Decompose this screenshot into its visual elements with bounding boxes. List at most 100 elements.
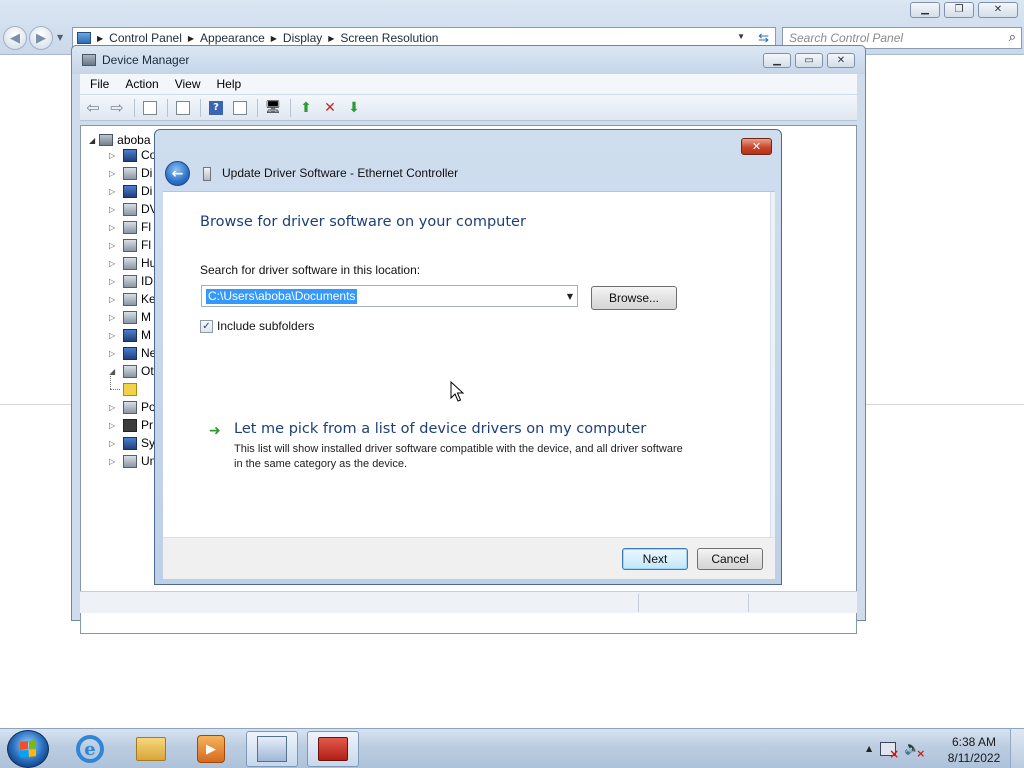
show-hide-console-tree-icon[interactable] [139, 98, 161, 118]
back-button[interactable]: ← [165, 161, 190, 186]
browse-button[interactable]: Browse... [591, 286, 677, 310]
breadcrumb-control-panel[interactable]: Control Panel [109, 31, 182, 45]
device-manager-titlebar[interactable]: Device Manager ▁ ▭ ✕ [72, 46, 865, 74]
network-disconnected-icon[interactable] [880, 741, 899, 761]
tree-item[interactable]: ▷ Fl [109, 218, 151, 236]
start-button[interactable] [7, 730, 49, 768]
breadcrumb-display[interactable]: Display [283, 31, 322, 45]
body-edge [770, 192, 775, 538]
tree-item[interactable]: ▷ Di [109, 182, 152, 200]
chevron-right-icon[interactable]: ▶ [271, 34, 277, 43]
expand-icon[interactable]: ▷ [109, 277, 119, 286]
scan-hardware-icon[interactable]: 🖥 [262, 98, 284, 118]
taskbar-internet-explorer[interactable]: e [64, 731, 116, 767]
tree-item[interactable]: ▷ M [109, 308, 151, 326]
tree-item[interactable]: ▷ ID [109, 272, 153, 290]
tree-item[interactable]: ▷ M [109, 326, 151, 344]
enable-device-icon[interactable]: ⬇ [343, 98, 365, 118]
properties-icon[interactable] [172, 98, 194, 118]
taskbar-windows-explorer[interactable] [125, 731, 177, 767]
taskbar-device-manager[interactable] [307, 731, 359, 767]
close-button[interactable]: ✕ [741, 138, 772, 155]
expand-icon[interactable]: ▷ [109, 439, 119, 448]
expand-icon[interactable]: ▷ [109, 457, 119, 466]
expand-icon[interactable]: ▷ [109, 187, 119, 196]
tree-child-ethernet-controller[interactable] [110, 374, 137, 398]
uninstall-icon[interactable]: ✕ [319, 98, 341, 118]
chevron-down-icon[interactable]: ▼ [567, 292, 573, 301]
maximize-button[interactable]: ▭ [795, 53, 823, 68]
toolbar-separator [290, 98, 291, 117]
include-subfolders-label[interactable]: Include subfolders [217, 319, 314, 333]
next-button[interactable]: Next [622, 548, 688, 570]
tree-item[interactable]: ▷ Ne [109, 344, 156, 362]
address-dropdown-icon[interactable]: ▼ [737, 32, 745, 41]
expand-icon[interactable]: ▷ [109, 295, 119, 304]
expand-icon[interactable]: ▷ [109, 223, 119, 232]
driver-path-value[interactable]: C:\Users\aboba\Documents [206, 289, 358, 304]
tree-item[interactable]: ▷ Co [109, 146, 156, 164]
recent-pages-dropdown[interactable]: ▼ [57, 33, 63, 42]
close-button[interactable]: ✕ [978, 2, 1018, 18]
back-arrow-icon[interactable]: ⇦ [82, 98, 104, 118]
action-pane-icon[interactable] [229, 98, 251, 118]
tree-item[interactable]: ▷ DV [109, 200, 158, 218]
tree-root[interactable]: ◢ aboba [89, 133, 151, 147]
tree-item[interactable]: ◢ Ot [109, 362, 154, 380]
tree-root-label: aboba [117, 133, 151, 147]
tree-item[interactable]: ▷ Sy [109, 434, 155, 452]
expand-icon[interactable]: ▷ [109, 259, 119, 268]
tree-item[interactable]: ▷ Pr [109, 416, 153, 434]
menu-action[interactable]: Action [125, 77, 158, 91]
menu-help[interactable]: Help [217, 77, 242, 91]
show-desktop-button[interactable] [1010, 729, 1024, 768]
refresh-icon[interactable]: ⇆ [758, 30, 769, 46]
control-panel-icon [257, 736, 287, 762]
breadcrumb-appearance[interactable]: Appearance [200, 31, 265, 45]
minimize-button[interactable]: ▁ [763, 53, 791, 68]
expand-icon[interactable]: ▷ [109, 241, 119, 250]
expand-icon[interactable]: ▷ [109, 331, 119, 340]
tree-item[interactable]: ▷ Un [109, 452, 156, 470]
forward-arrow-icon[interactable]: ⇨ [106, 98, 128, 118]
expand-icon[interactable]: ▷ [109, 403, 119, 412]
minimize-button[interactable]: ▁ [910, 2, 940, 18]
clock[interactable]: 6:38 AM 8/11/2022 [938, 734, 1010, 766]
cancel-button[interactable]: Cancel [697, 548, 763, 570]
tree-item-label: M [141, 310, 151, 324]
expand-icon[interactable]: ▷ [109, 151, 119, 160]
expand-icon[interactable]: ▷ [109, 313, 119, 322]
tree-item[interactable]: ▷ Di [109, 164, 152, 182]
tree-item[interactable]: ▷ Po [109, 398, 156, 416]
close-button[interactable]: ✕ [827, 53, 855, 68]
chevron-right-icon[interactable]: ▶ [328, 34, 334, 43]
folder-icon [136, 737, 166, 761]
menu-file[interactable]: File [90, 77, 109, 91]
tree-item[interactable]: ▷ Fl [109, 236, 151, 254]
forward-button[interactable]: ▶ [29, 26, 53, 50]
search-icon[interactable]: ⌕ [1009, 29, 1016, 45]
expand-icon[interactable]: ▷ [109, 421, 119, 430]
collapse-icon[interactable]: ◢ [89, 136, 95, 145]
breadcrumb-screen-resolution[interactable]: Screen Resolution [340, 31, 438, 45]
include-subfolders-checkbox[interactable]: ✓ Include subfolders [200, 319, 314, 333]
menu-view[interactable]: View [175, 77, 201, 91]
help-icon[interactable]: ? [205, 98, 227, 118]
expand-icon[interactable]: ▷ [109, 349, 119, 358]
expand-icon[interactable]: ▷ [109, 169, 119, 178]
restore-button[interactable]: ❐ [944, 2, 974, 18]
update-driver-icon[interactable]: ⬆ [295, 98, 317, 118]
taskbar-control-panel[interactable] [246, 731, 298, 767]
driver-path-combobox[interactable]: C:\Users\aboba\Documents ▼ [201, 285, 578, 307]
show-hidden-icons-icon[interactable]: ▲ [866, 744, 872, 753]
taskbar-media-player[interactable]: ▶ [185, 731, 237, 767]
tree-item[interactable]: ▷ Hu [109, 254, 156, 272]
volume-muted-icon[interactable]: 🔈 [904, 741, 925, 760]
expand-icon[interactable]: ▷ [109, 205, 119, 214]
chevron-right-icon[interactable]: ▶ [188, 34, 194, 43]
pick-from-list-link[interactable]: Let me pick from a list of device driver… [234, 421, 646, 437]
chevron-right-icon[interactable]: ▶ [97, 34, 103, 43]
back-button[interactable]: ◀ [3, 26, 27, 50]
checkbox-checked-icon[interactable]: ✓ [200, 319, 213, 333]
tree-item[interactable]: ▷ Ke [109, 290, 156, 308]
